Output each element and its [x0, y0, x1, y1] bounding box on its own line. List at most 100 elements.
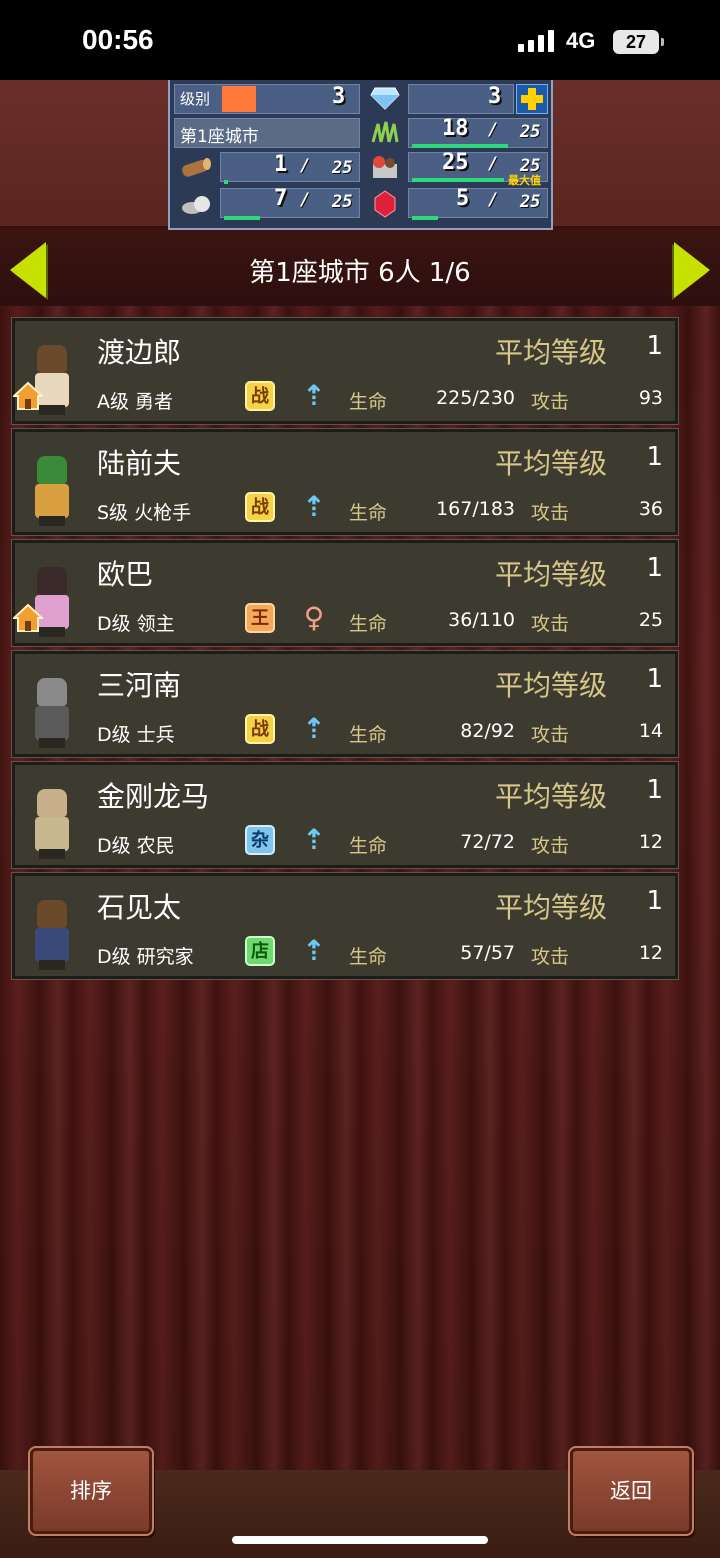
avatar-head: [37, 900, 67, 928]
city-header: 第1座城市 6人 1/6: [0, 230, 720, 306]
avg-level-label: 平均等级: [495, 447, 608, 480]
sort-button[interactable]: 排序: [28, 1446, 154, 1536]
next-city-arrow-icon[interactable]: [674, 242, 710, 298]
status-bar: 00:56 4G 27: [0, 0, 720, 80]
character-row[interactable]: 石见太 平均等级 1 D级 研究家 店 ⇡ 生命 57/57 攻击 12: [11, 872, 679, 980]
character-row[interactable]: 金刚龙马 平均等级 1 D级 农民 杂 ⇡ 生命 72/72 攻击 12: [11, 761, 679, 869]
food-bar: [412, 178, 504, 182]
avg-level-value: 1: [646, 442, 663, 472]
gender-icon: ⇡: [302, 379, 326, 412]
wood-max: 25: [332, 158, 353, 178]
avatar-legs: [39, 516, 65, 526]
gender-icon: ⇡: [302, 934, 326, 967]
atk-label: 攻击: [531, 391, 570, 413]
character-name: 欧巴: [97, 558, 154, 591]
atk-value: 93: [638, 387, 663, 409]
character-avatar: [19, 882, 87, 974]
avatar-legs: [39, 849, 65, 859]
avg-level-value: 1: [646, 886, 663, 916]
atk-value: 14: [638, 720, 663, 742]
character-avatar: [19, 660, 87, 752]
add-gem-button[interactable]: [516, 84, 548, 114]
avatar-body: [35, 817, 69, 851]
food-max-note: 最大值: [508, 174, 541, 187]
grass-value: 18: [442, 116, 469, 141]
grass-bar: [412, 144, 508, 148]
avg-level-value: 1: [646, 331, 663, 361]
game-stage: 级别 3 3 第1座城市 18 / 25 1 / 25 25 / 25 最大值 …: [0, 80, 720, 1558]
ruby-value: 5: [456, 186, 470, 211]
stone-max: 25: [332, 192, 353, 212]
level-swatch: [222, 86, 256, 112]
house-icon: [11, 603, 45, 633]
character-row[interactable]: 渡边郎 平均等级 1 A级 勇者 战 ⇡ 生命 225/230 攻击 93: [11, 317, 679, 425]
hp-value: 36/110: [448, 609, 515, 631]
gender-icon: ⇡: [302, 712, 326, 745]
home-indicator[interactable]: [232, 1536, 488, 1544]
character-rank: D级 士兵: [97, 724, 175, 746]
gender-icon: ⇡: [302, 823, 326, 856]
avg-level-label: 平均等级: [495, 558, 608, 591]
resource-panel: 级别 3 3 第1座城市 18 / 25 1 / 25 25 / 25 最大值 …: [168, 80, 553, 230]
gender-icon: ♀: [303, 601, 325, 634]
atk-value: 36: [638, 498, 663, 520]
grass-sep: /: [488, 120, 499, 140]
city-header-title: 第1座城市 6人 1/6: [249, 258, 471, 288]
hp-value: 82/92: [460, 720, 515, 742]
wood-value: 1: [274, 152, 288, 177]
status-time: 00:56: [82, 24, 154, 55]
food-value: 25: [442, 150, 469, 175]
avatar-head: [37, 456, 67, 484]
avatar-head: [37, 567, 67, 595]
gem-value: 3: [488, 84, 502, 109]
avatar-legs: [39, 738, 65, 748]
job-badge-icon: 王: [245, 603, 275, 633]
avatar-body: [35, 706, 69, 740]
avatar-head: [37, 789, 67, 817]
atk-value: 12: [638, 831, 663, 853]
hp-value: 225/230: [436, 387, 515, 409]
hp-value: 57/57: [460, 942, 515, 964]
avatar-head: [37, 345, 67, 373]
ruby-icon: [370, 190, 400, 218]
hp-label: 生命: [349, 613, 388, 635]
ruby-max: 25: [520, 192, 541, 212]
hp-label: 生命: [349, 946, 388, 968]
hp-value: 167/183: [436, 498, 515, 520]
avg-level-value: 1: [646, 775, 663, 805]
level-label: 级别: [180, 90, 211, 108]
food-icon: [370, 154, 400, 180]
hp-label: 生命: [349, 391, 388, 413]
back-button[interactable]: 返回: [568, 1446, 694, 1536]
hp-label: 生命: [349, 724, 388, 746]
character-row[interactable]: 三河南 平均等级 1 D级 士兵 战 ⇡ 生命 82/92 攻击 14: [11, 650, 679, 758]
stone-icon: [180, 190, 210, 216]
gender-icon: ⇡: [302, 490, 326, 523]
character-row[interactable]: 欧巴 平均等级 1 D级 领主 王 ♀ 生命 36/110 攻击 25: [11, 539, 679, 647]
job-badge-icon: 杂: [245, 825, 275, 855]
character-rank: A级 勇者: [97, 391, 174, 413]
job-badge-icon: 店: [245, 936, 275, 966]
avatar-head: [37, 678, 67, 706]
atk-label: 攻击: [531, 946, 570, 968]
character-list: 渡边郎 平均等级 1 A级 勇者 战 ⇡ 生命 225/230 攻击 93 陆前…: [11, 317, 679, 984]
avg-level-label: 平均等级: [495, 780, 608, 813]
character-row[interactable]: 陆前夫 平均等级 1 S级 火枪手 战 ⇡ 生命 167/183 攻击 36: [11, 428, 679, 536]
city-name: 第1座城市: [180, 127, 259, 147]
avg-level-label: 平均等级: [495, 336, 608, 369]
grass-icon: [370, 120, 400, 146]
wood-sep: /: [300, 156, 311, 176]
network-label: 4G: [566, 28, 596, 53]
avg-level-value: 1: [646, 553, 663, 583]
wood-icon: [180, 154, 211, 180]
character-rank: D级 研究家: [97, 946, 194, 968]
atk-label: 攻击: [531, 835, 570, 857]
atk-value: 25: [638, 609, 663, 631]
character-rank: D级 领主: [97, 613, 175, 635]
avatar-legs: [39, 960, 65, 970]
character-name: 陆前夫: [97, 447, 182, 480]
ruby-sep: /: [488, 190, 499, 210]
level-value: 3: [332, 84, 346, 109]
hp-label: 生命: [349, 835, 388, 857]
stone-value: 7: [274, 186, 288, 211]
